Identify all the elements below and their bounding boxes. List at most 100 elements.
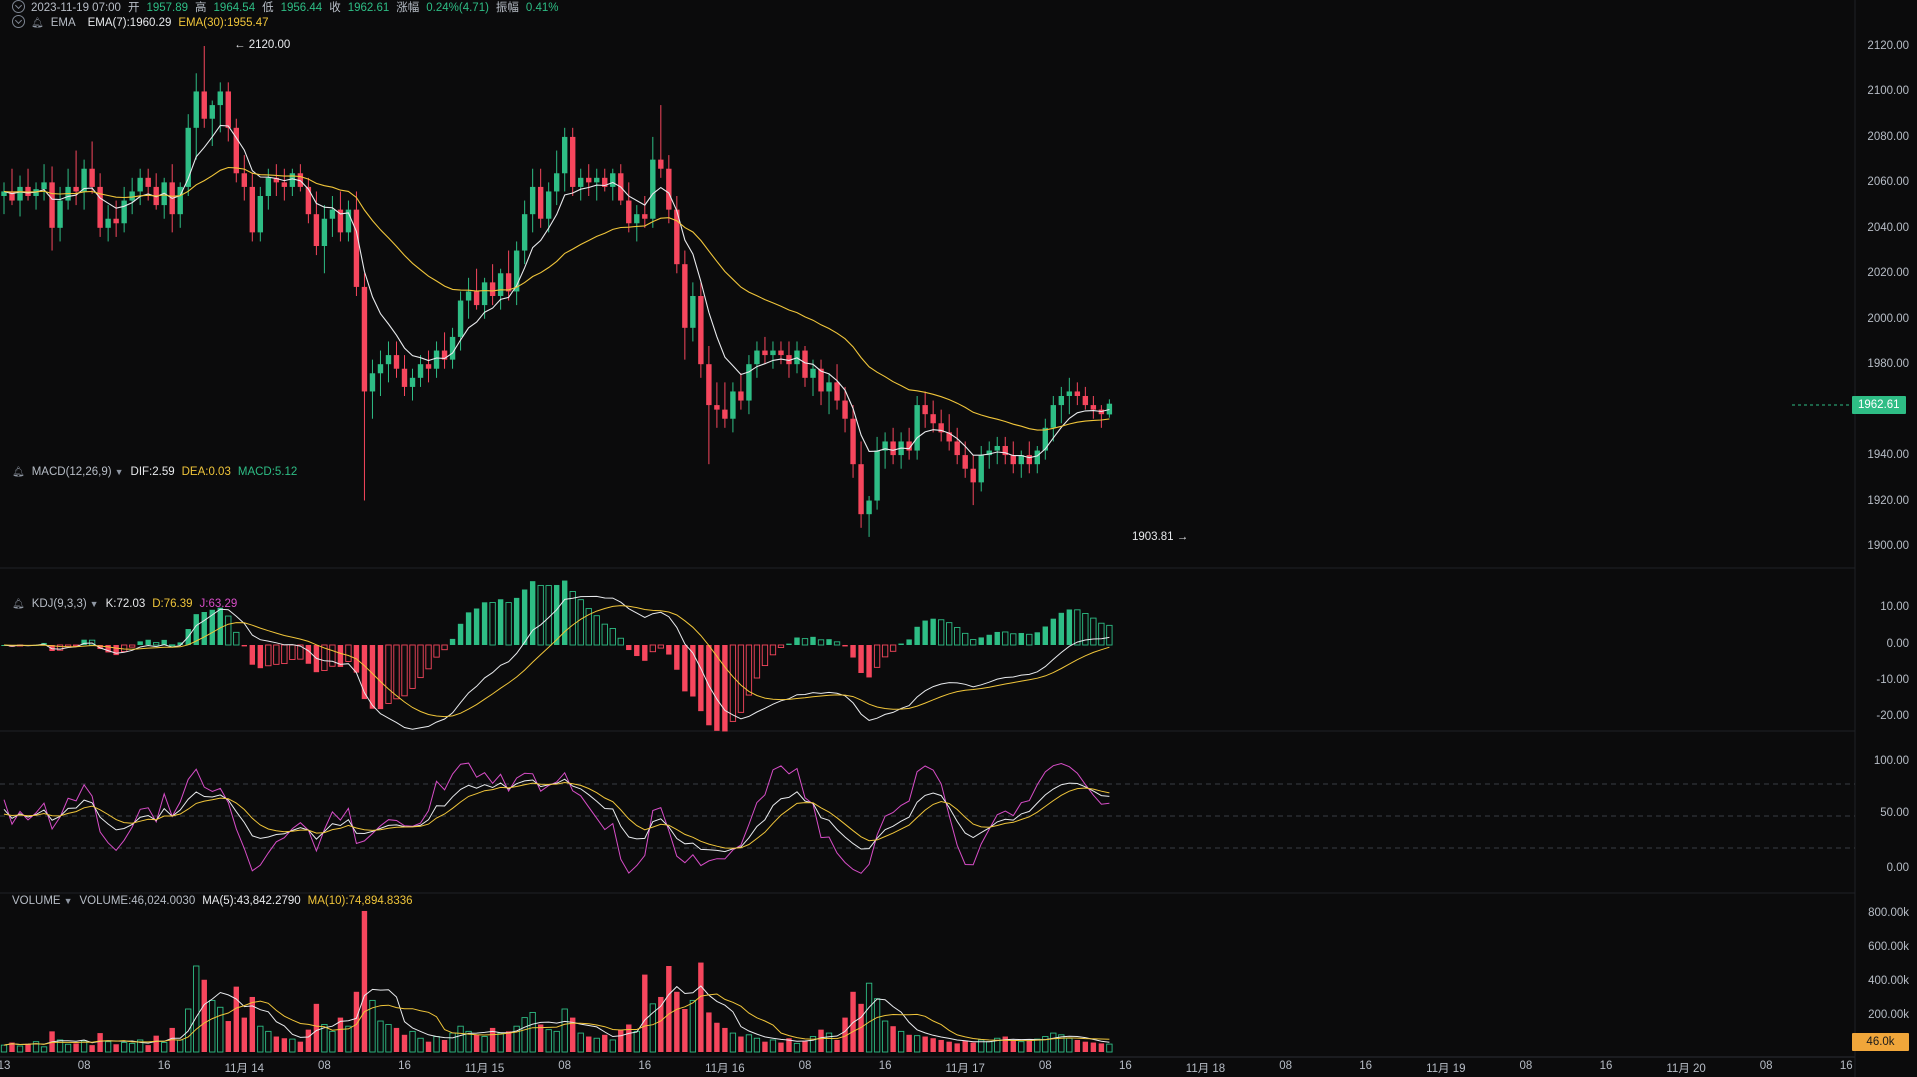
- macd-name[interactable]: MACD(12,26,9): [32, 466, 112, 478]
- volume-bar: [425, 1041, 432, 1052]
- volume-bar: [120, 1042, 128, 1053]
- candle: [273, 164, 280, 196]
- macd-histogram-bar: [1090, 617, 1097, 646]
- volume-bar: [161, 1042, 168, 1053]
- candle-body: [1010, 455, 1016, 465]
- macd-histogram-bar: [537, 584, 544, 646]
- current-price-tag: 1962.61: [1852, 396, 1906, 414]
- candle-body: [1106, 403, 1113, 415]
- volume-bar: [825, 1032, 833, 1053]
- volume-bar: [722, 1027, 728, 1052]
- candle: [1010, 441, 1016, 474]
- j-line: [3, 762, 1110, 874]
- volume-bar: [441, 1039, 448, 1052]
- trading-chart[interactable]: [0, 0, 1917, 1077]
- volume-bar: [586, 1036, 592, 1052]
- macd-histogram-bar: [1042, 626, 1048, 645]
- macd-histogram-bar: [120, 644, 128, 653]
- candle-body: [289, 173, 296, 187]
- candle: [754, 341, 760, 378]
- candle: [570, 127, 576, 196]
- volume-bar: [778, 1042, 784, 1052]
- bell-icon[interactable]: 🔔︎: [12, 597, 25, 613]
- volume-bar: [1034, 1038, 1041, 1053]
- macd-histogram-bar: [553, 584, 560, 645]
- macd-histogram-bar: [970, 639, 977, 646]
- volume-bar: [970, 1042, 976, 1052]
- macd-histogram-bar: [674, 645, 680, 670]
- volume-bar: [593, 1037, 600, 1053]
- macd-histogram-bar: [401, 644, 408, 697]
- volume-bar: [345, 1025, 352, 1053]
- chevron-down-icon[interactable]: ▼: [115, 464, 124, 480]
- candle: [610, 168, 616, 201]
- volume-bar: [409, 1030, 416, 1053]
- candle: [890, 427, 896, 465]
- volume-bar: [449, 1032, 456, 1053]
- volume-bar: [689, 999, 697, 1053]
- open-value: 1957.89: [146, 2, 189, 14]
- volume-tick: 600.00k: [1868, 941, 1909, 953]
- bell-icon[interactable]: 🔔︎: [31, 16, 44, 32]
- macd-histogram-bar: [153, 642, 160, 646]
- candle: [914, 396, 920, 460]
- collapse-icon[interactable]: [12, 0, 25, 13]
- time-tick: 16: [1599, 1060, 1613, 1072]
- candle-body: [842, 400, 848, 419]
- candle: [521, 200, 528, 265]
- macd-histogram-bar: [786, 643, 792, 645]
- candle-body: [778, 350, 784, 356]
- collapse-icon[interactable]: [12, 15, 25, 28]
- candle-body: [553, 173, 560, 192]
- time-tick: 16: [1118, 1060, 1132, 1072]
- volume-bar: [257, 1025, 264, 1053]
- candle: [25, 168, 31, 201]
- candle: [337, 191, 344, 242]
- chevron-down-icon[interactable]: ▼: [64, 893, 73, 909]
- ema-name[interactable]: EMA: [51, 17, 76, 29]
- candle: [954, 427, 960, 465]
- candle: [441, 332, 448, 369]
- volume-name[interactable]: VOLUME: [12, 895, 61, 907]
- candle-body: [433, 350, 440, 369]
- volume-bar: [658, 996, 664, 1052]
- macd-histogram-bar: [169, 644, 176, 647]
- candle: [297, 164, 304, 192]
- ohlc-header: 2023-11-19 07:00 开 1957.89 高 1964.54 低 1956.44…: [12, 0, 566, 16]
- candle-body: [746, 364, 752, 401]
- macd-histogram-bar: [513, 597, 520, 645]
- volume-bar: [129, 1042, 136, 1053]
- candle-body: [49, 182, 55, 228]
- macd-histogram-bar: [369, 645, 376, 709]
- macd-histogram-bar: [1034, 632, 1040, 645]
- volume-bar: [762, 1041, 768, 1052]
- candle: [345, 200, 352, 242]
- volume-bar: [706, 1012, 712, 1052]
- macd-histogram-bar: [609, 628, 616, 646]
- candle: [505, 250, 512, 301]
- volume-bar: [89, 1045, 95, 1052]
- macd-histogram-bar: [842, 645, 848, 647]
- candle-body: [305, 186, 312, 215]
- kdj-name[interactable]: KDJ(9,3,3): [32, 598, 87, 610]
- macd-tick: 10.00: [1880, 601, 1909, 613]
- macd-histogram-bar: [562, 580, 568, 645]
- volume-bar: [962, 1040, 968, 1052]
- volume-bar: [1018, 1041, 1025, 1053]
- volume-bar: [986, 1041, 993, 1053]
- bell-icon[interactable]: 🔔︎: [12, 465, 25, 481]
- candle: [1090, 396, 1097, 419]
- volume-bar: [393, 1027, 400, 1052]
- candle: [137, 168, 143, 206]
- macd-histogram-bar: [1002, 631, 1009, 646]
- candle-body: [249, 186, 256, 233]
- macd-histogram-bar: [994, 631, 1000, 645]
- volume-bar: [698, 962, 704, 1052]
- candle: [465, 277, 472, 319]
- price-tick: 2060.00: [1867, 176, 1909, 188]
- candle-body: [353, 209, 360, 287]
- macd-histogram-bar: [682, 645, 688, 692]
- chevron-down-icon[interactable]: ▼: [90, 596, 99, 612]
- candle-datetime: 2023-11-19 07:00: [31, 2, 121, 14]
- macd-histogram-bar: [417, 644, 424, 679]
